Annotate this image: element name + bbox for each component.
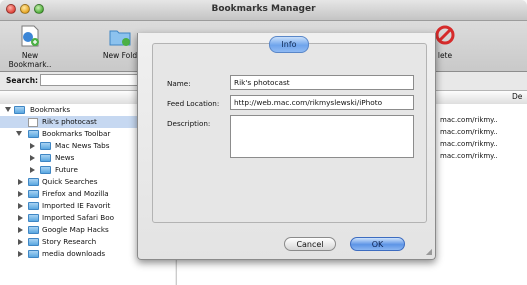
search-label: Search: [6,76,39,85]
disclosure-closed-icon[interactable] [30,143,35,149]
tab-info[interactable]: Info [269,36,309,53]
disclosure-closed-icon[interactable] [18,251,23,257]
url-cell[interactable]: mac.com/rikmy.. [440,128,498,136]
feed-location-label: Feed Location: [167,99,220,108]
disclosure-closed-icon[interactable] [30,167,35,173]
tree-item-label: Bookmarks Toolbar [42,129,111,138]
cancel-button[interactable]: Cancel [284,237,336,251]
tree-item-label: Imported Safari Boo [42,213,114,222]
description-label: Description: [167,119,211,128]
info-sheet: Name: Rik's photocast Feed Location: htt… [137,33,436,260]
folder-icon [28,226,39,234]
description-field[interactable] [230,115,414,158]
info-panel: Name: Rik's photocast Feed Location: htt… [152,43,427,223]
folder-icon [40,166,51,174]
disclosure-closed-icon[interactable] [18,179,23,185]
url-cell[interactable]: mac.com/rikmy.. [440,116,498,124]
new-folder-button[interactable]: New Fold [100,23,140,60]
disclosure-closed-icon[interactable] [18,227,23,233]
ok-button[interactable]: OK [350,237,405,251]
folder-icon [28,190,39,198]
folder-icon [14,106,25,114]
url-cell[interactable]: mac.com/rikmy.. [440,140,498,148]
folder-icon [40,154,51,162]
window-title: Bookmarks Manager [211,4,316,14]
name-field[interactable]: Rik's photocast [230,75,414,90]
disclosure-open-icon[interactable] [16,131,22,136]
disclosure-open-icon[interactable] [5,107,11,112]
folder-icon [28,130,39,138]
new-folder-label: New Fold [102,51,138,60]
title-bar[interactable]: Bookmarks Manager [0,0,527,21]
tree-item-label: News [55,153,75,162]
tree-item-label: Bookmarks [30,105,71,114]
url-cell[interactable]: mac.com/rikmy.. [440,152,498,160]
folder-icon [28,250,39,258]
delete-label: lete [437,51,453,60]
folder-icon [40,142,51,150]
tree-item-label: Firefox and Mozilla [42,189,109,198]
tree-item-label: Quick Searches [42,177,98,186]
folder-icon [28,202,39,210]
disclosure-closed-icon[interactable] [18,215,23,221]
folder-icon [28,238,39,246]
disclosure-closed-icon[interactable] [30,155,35,161]
folder-icon [28,214,39,222]
tree-item-label: Future [55,165,78,174]
tree-item-label: Story Research [42,237,97,246]
description-column-header[interactable]: De [512,92,522,101]
new-bookmark-button[interactable]: New Bookmark.. [4,23,56,69]
new-bookmark-icon [21,25,39,47]
tree-item-label: Mac News Tabs [55,141,110,150]
disclosure-closed-icon[interactable] [18,203,23,209]
new-folder-icon [109,30,131,46]
feed-location-field[interactable]: http://web.mac.com/rikmyslewski/iPhoto [230,95,414,110]
tree-item-label: media downloads [42,249,106,258]
new-bookmark-label: New Bookmark.. [8,51,52,69]
name-label: Name: [167,79,191,88]
tree-item-label: Google Map Hacks [42,225,109,234]
disclosure-closed-icon[interactable] [18,191,23,197]
resize-grip-icon[interactable]: ◢ [426,247,432,256]
folder-icon [28,178,39,186]
disclosure-closed-icon[interactable] [18,239,23,245]
tree-item-label: Rik's photocast [42,117,97,126]
tree-item-label: Imported IE Favorit [42,201,111,210]
feed-icon [28,118,38,127]
